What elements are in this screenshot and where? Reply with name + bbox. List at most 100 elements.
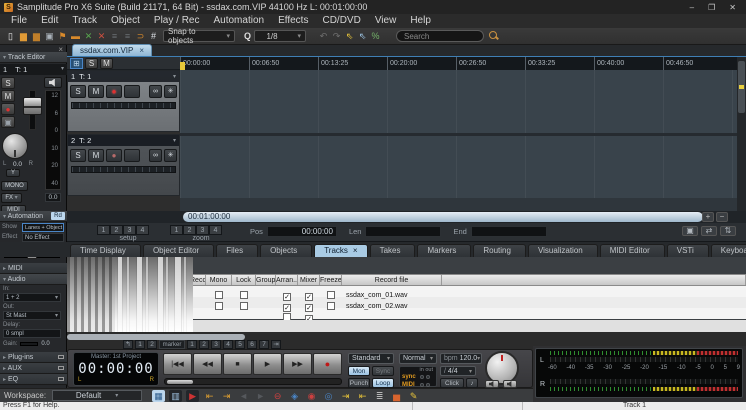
show-select[interactable]: Lanes + Object <box>22 223 64 232</box>
docker-tab[interactable]: Time Display <box>70 244 141 257</box>
input-select[interactable]: 1 + 2▾ <box>3 293 61 302</box>
column-header[interactable] <box>442 275 746 285</box>
workspace-tool-icon[interactable]: ⇤ <box>203 390 216 402</box>
quantize-select[interactable]: 1/8 ▾ <box>254 30 306 42</box>
menu-item[interactable]: Track <box>65 14 104 28</box>
range-recall-button[interactable]: 2 <box>147 340 157 349</box>
workspace-tool-icon[interactable]: ► <box>254 390 267 402</box>
toolbar-icon[interactable]: ↷ <box>330 29 343 44</box>
workspace-tool-icon[interactable]: ▥ <box>169 390 182 402</box>
transport-button[interactable]: ▶▶ <box>283 353 312 375</box>
marker-back-button[interactable]: ↰ <box>123 340 133 349</box>
track-solo-button[interactable]: S <box>70 149 86 162</box>
output-select[interactable]: St Mast▾ <box>3 311 61 320</box>
view-tool-icon[interactable]: ▣ <box>682 226 698 236</box>
arranger-empty-area[interactable] <box>180 198 737 211</box>
workspace-tool-icon[interactable]: ✎ <box>407 390 420 402</box>
track-record-button[interactable]: ● <box>106 149 122 162</box>
column-header[interactable]: Mixer <box>298 275 320 285</box>
view-tool-icon[interactable]: ⇄ <box>701 226 717 236</box>
toolbar-icon[interactable]: ⇖ <box>343 29 356 44</box>
track-selector[interactable]: 1 T: 1 ▾ <box>0 64 67 75</box>
workspace-tool-icon[interactable]: ▶ <box>186 390 199 402</box>
column-header[interactable]: Freeze <box>320 275 342 285</box>
grid-view-button[interactable]: ⊞ <box>70 58 83 69</box>
toolbar-icon[interactable]: ⇖ <box>356 29 369 44</box>
workspace-tool-icon[interactable]: ◎ <box>322 390 335 402</box>
close-icon[interactable]: × <box>353 245 358 257</box>
close-button[interactable]: ✕ <box>729 3 736 12</box>
docker-tab[interactable]: Files <box>216 244 258 257</box>
time-signature-select[interactable]: / 4/4▾ <box>440 366 476 376</box>
solo-button[interactable]: S <box>1 77 15 89</box>
docker-tab[interactable]: Visualization <box>528 244 598 257</box>
visualization-panel[interactable] <box>67 257 193 332</box>
track-record-button[interactable]: ● <box>106 85 122 98</box>
loop-toggle[interactable]: Loop <box>372 378 394 388</box>
volume-fader-handle[interactable] <box>23 97 42 115</box>
scrub-handle[interactable] <box>167 380 193 384</box>
toolbar-icon[interactable]: ▆ <box>17 29 30 44</box>
track-name-row[interactable]: 2 T: 2 ▾ <box>68 135 179 146</box>
zoom-in-button[interactable]: + <box>702 212 714 222</box>
transport-button[interactable]: ▶ <box>253 353 282 375</box>
docker-tab[interactable]: Objects <box>260 244 312 257</box>
docker-tab[interactable]: Tracks × <box>314 244 367 257</box>
project-tab[interactable]: ssdax.com.VIP × <box>72 44 152 56</box>
toolbar-icon[interactable]: % <box>369 29 382 44</box>
track-mute-button[interactable]: M <box>88 85 104 98</box>
play-mode-select[interactable]: Standard▾ <box>348 353 394 364</box>
effect-select[interactable]: No Effect <box>22 233 64 242</box>
menu-item[interactable]: View <box>368 14 404 28</box>
column-header[interactable]: Lock <box>232 275 256 285</box>
punch-toggle[interactable]: Punch <box>348 378 370 388</box>
chevron-down-icon[interactable]: ▾ <box>173 73 176 80</box>
track-pan-ruler[interactable] <box>71 166 176 173</box>
speaker-down-button[interactable] <box>485 380 499 388</box>
maximize-button[interactable]: ❐ <box>708 3 715 12</box>
track-header[interactable]: 2 T: 2 ▾ S M ● ∞ ✳ <box>67 134 180 196</box>
track-pan-ruler[interactable] <box>71 102 176 109</box>
zoom-preset-button[interactable]: 2 <box>183 225 196 235</box>
toolbar-icon[interactable]: ✕ <box>95 29 108 44</box>
transport-button[interactable]: |◀◀ <box>163 353 192 375</box>
workspace-tool-icon[interactable]: ⇤ <box>356 390 369 402</box>
all-mute-button[interactable]: M <box>100 58 113 69</box>
freeze-button[interactable]: ▣ <box>1 116 15 128</box>
timeline-ruler[interactable]: 00:00:0000:06:5000:13:2500:20:0000:26:50… <box>180 57 737 70</box>
link-icon[interactable]: ∞ <box>149 149 162 162</box>
plugins-section-header[interactable]: ▸ Plug-ins <box>0 352 67 363</box>
toolbar-icon[interactable]: ↶ <box>317 29 330 44</box>
workspace-tool-icon[interactable]: ▅ <box>390 390 403 402</box>
track-name-row[interactable]: 1 T: 1 ▾ <box>68 71 179 82</box>
len-field[interactable] <box>365 226 441 237</box>
zoom-preset-button[interactable]: 3 <box>196 225 209 235</box>
chevron-down-icon[interactable]: ▾ <box>173 137 176 144</box>
toolbar-icon[interactable]: ≡ <box>121 29 134 44</box>
toolbar-icon[interactable]: # <box>147 29 160 44</box>
menu-item[interactable]: Automation <box>206 14 271 28</box>
range-recall-button[interactable]: 1 <box>135 340 145 349</box>
toolbar-icon[interactable]: ≡ <box>108 29 121 44</box>
metronome-icon[interactable]: ♪ <box>466 378 478 388</box>
transport-button[interactable]: ■ <box>223 353 252 375</box>
marker-forward-button[interactable]: ⇥ <box>271 340 281 349</box>
automation-section-header[interactable]: ▾ Automation Rd <box>0 211 67 222</box>
bpm-select[interactable]: bpm 120.0▾ <box>440 353 482 364</box>
phase-button[interactable]: Y <box>6 169 20 177</box>
marker-button[interactable]: 6 <box>247 340 257 349</box>
docker-tab[interactable]: Markers <box>417 244 471 257</box>
zoom-preset-button[interactable]: 4 <box>209 225 222 235</box>
gear-icon[interactable]: ✳ <box>164 149 177 162</box>
gain-slider[interactable] <box>20 342 38 346</box>
workspace-select[interactable]: Default ▾ <box>52 390 142 401</box>
eq-section-header[interactable]: ▸ EQ <box>0 374 67 385</box>
menu-item[interactable]: CD/DVD <box>315 14 367 28</box>
tempo-mode-select[interactable]: Normal▾ <box>399 353 437 364</box>
menu-item[interactable]: Edit <box>34 14 65 28</box>
marker-button[interactable]: 4 <box>223 340 233 349</box>
snap-mode-select[interactable]: Snap to objects ▾ <box>163 30 235 42</box>
setup-preset-button[interactable]: 1 <box>97 225 110 235</box>
toolbar-icon[interactable]: ✕ <box>82 29 95 44</box>
click-toggle[interactable]: Click <box>440 378 464 388</box>
